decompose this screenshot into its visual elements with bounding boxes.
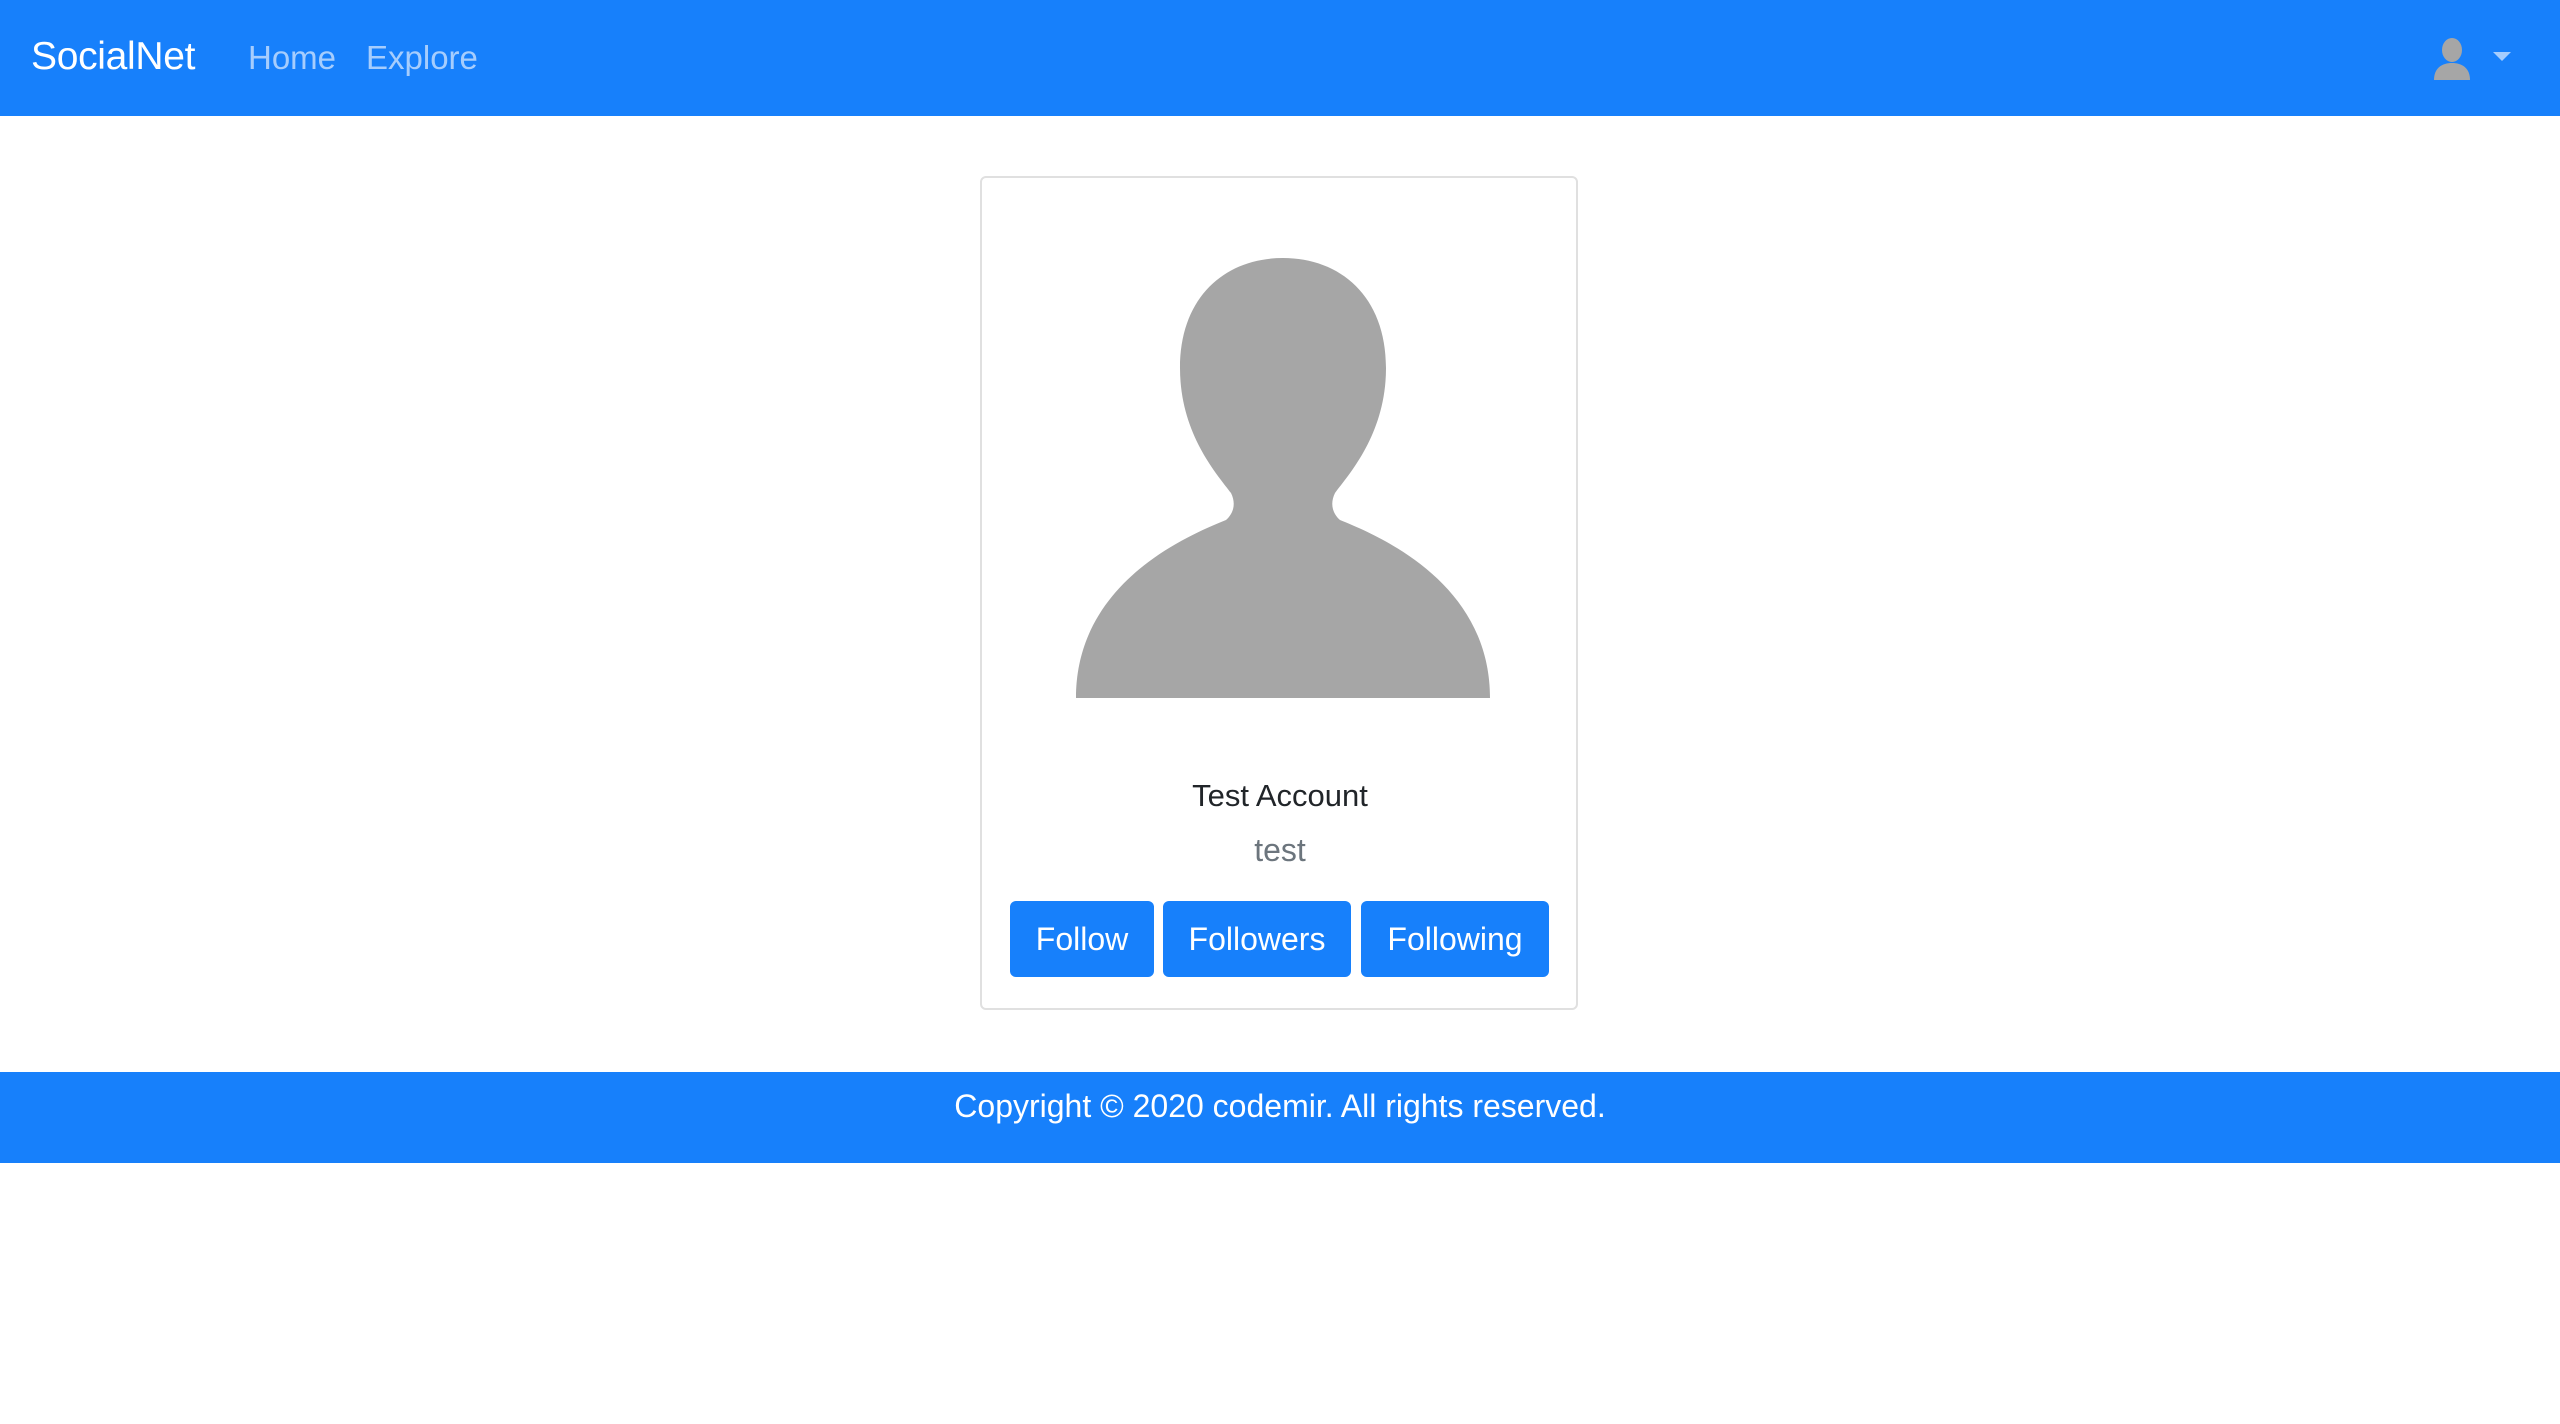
caret-down-icon [2493, 52, 2511, 61]
copyright-text: Copyright © 2020 codemir. All rights res… [954, 1088, 1606, 1124]
page-footer: Copyright © 2020 codemir. All rights res… [0, 1072, 2560, 1163]
profile-display-name: Test Account [1192, 778, 1368, 813]
follow-button[interactable]: Follow [1010, 901, 1154, 977]
user-icon [2434, 38, 2470, 80]
followers-button[interactable]: Followers [1163, 901, 1351, 977]
top-navbar: SocialNet Home Explore [0, 0, 2560, 116]
profile-username: test [1254, 832, 1306, 868]
default-avatar-icon [1076, 258, 1490, 698]
nav-link-home[interactable]: Home [248, 33, 336, 83]
following-button[interactable]: Following [1361, 901, 1549, 977]
brand-logo-link[interactable]: SocialNet [31, 31, 196, 83]
user-menu-dropdown-toggle[interactable] [2426, 30, 2516, 86]
profile-card [980, 176, 1578, 1010]
nav-link-explore[interactable]: Explore [366, 33, 478, 83]
